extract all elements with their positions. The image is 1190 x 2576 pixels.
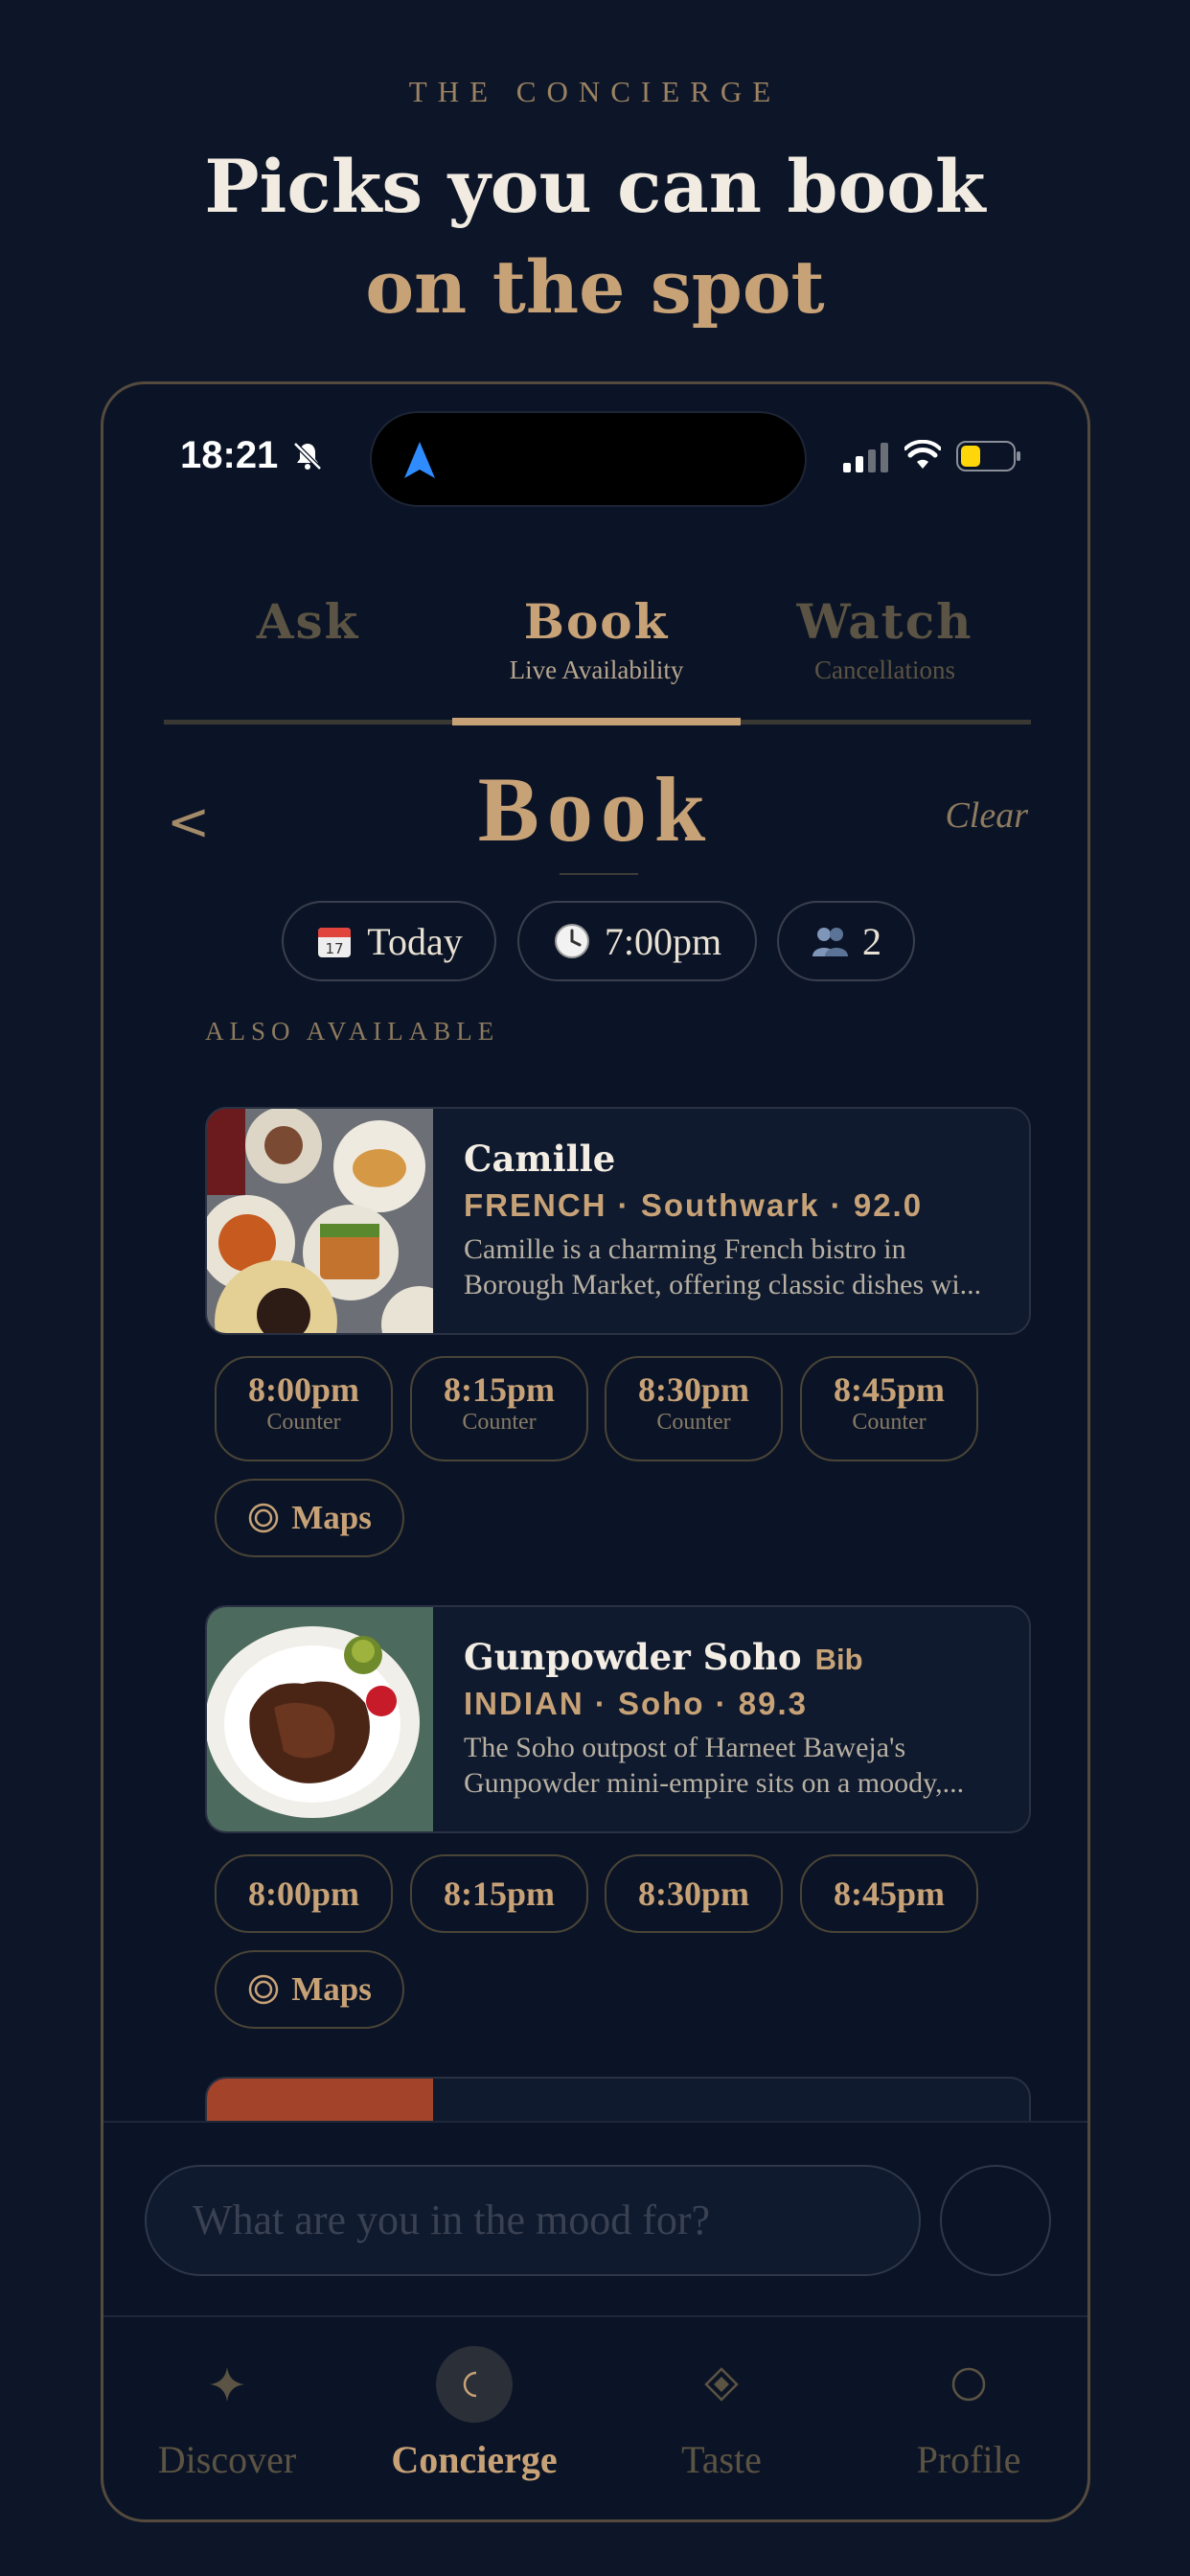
- page-title: Book: [477, 758, 714, 861]
- tabbar-item-profile[interactable]: Profile: [845, 2317, 1087, 2519]
- party-size-pill[interactable]: 2: [777, 901, 915, 981]
- slot-area: Counter: [266, 1410, 341, 1435]
- restaurant-card-gunpowder-soho[interactable]: Gunpowder Soho Bib INDIAN · Soho · 89.3 T…: [205, 1605, 1031, 1833]
- diamond-icon: [683, 2346, 760, 2423]
- description-line: The Soho outpost of Harneet Baweja's: [464, 1732, 906, 1763]
- section-label: ALSO AVAILABLE: [205, 1017, 500, 1046]
- tab-book-subtitle: Live Availability: [509, 656, 684, 684]
- tabbar-label: Taste: [681, 2438, 762, 2481]
- tabbar-label: Concierge: [391, 2438, 558, 2481]
- description-line: Gunpowder mini-empire sits on a moody,..…: [464, 1767, 965, 1799]
- slot-time: 8:15pm: [444, 1370, 555, 1409]
- send-button[interactable]: [940, 2165, 1051, 2276]
- time-slot-button[interactable]: 8:30pm: [605, 1854, 783, 1933]
- navigation-arrow-icon: [404, 442, 435, 478]
- battery-icon: [956, 441, 1020, 472]
- phone-frame: 18:21 Ask Book Live Availability Watch C…: [101, 381, 1090, 2522]
- description-line: Camille is a charming French bistro in: [464, 1233, 906, 1265]
- people-icon: [812, 928, 848, 956]
- time-filter-label: 7:00pm: [604, 919, 722, 963]
- party-size-label: 2: [862, 919, 881, 963]
- slot-time: 8:45pm: [834, 1874, 945, 1913]
- title-underline: [560, 873, 638, 875]
- tabbar-label: Profile: [916, 2438, 1021, 2481]
- mood-input[interactable]: What are you in the mood for?: [145, 2165, 921, 2276]
- restaurant-meta: FRENCH · Southwark · 92.0: [464, 1187, 924, 1223]
- status-time: 18:21: [180, 434, 279, 476]
- description-line: Borough Market, offering classic dishes …: [464, 1269, 982, 1300]
- restaurant-card-camille[interactable]: Camille FRENCH · Southwark · 92.0 Camill…: [205, 1107, 1031, 1335]
- slot-time: 8:00pm: [248, 1874, 359, 1913]
- date-filter-pill[interactable]: 17 Today: [282, 901, 496, 981]
- bottom-tab-bar: Discover Concierge Taste Profile: [103, 2315, 1087, 2519]
- time-slot-button[interactable]: 8:00pm Counter: [215, 1356, 393, 1461]
- target-icon: [248, 1974, 279, 2005]
- status-bar: 18:21: [103, 384, 1087, 507]
- bell-slash-icon: [293, 442, 322, 471]
- time-slot-button[interactable]: 8:45pm Counter: [800, 1356, 978, 1461]
- hero-title-line1: Picks you can book: [204, 144, 986, 229]
- target-icon: [248, 1503, 279, 1533]
- maps-button[interactable]: Maps: [215, 1479, 404, 1557]
- restaurant-name: Camille: [464, 1138, 616, 1180]
- active-tab-indicator: [452, 718, 741, 725]
- tab-ask-title: Ask: [256, 593, 360, 650]
- restaurant-description: Camille is a charming French bistro in B…: [464, 1231, 1010, 1302]
- restaurant-name-row: Gunpowder Soho Bib: [464, 1636, 863, 1678]
- slot-area: Counter: [462, 1410, 537, 1435]
- dynamic-island: [370, 411, 807, 507]
- bib-gourmand-badge: Bib: [814, 1643, 863, 1676]
- tabbar-label: Discover: [157, 2438, 297, 2481]
- tab-ask[interactable]: Ask: [164, 586, 452, 729]
- time-slot-button[interactable]: 8:45pm: [800, 1854, 978, 1933]
- maps-label: Maps: [291, 1499, 372, 1536]
- composer-bar: What are you in the mood for?: [103, 2121, 1087, 2314]
- slot-time: 8:30pm: [638, 1370, 749, 1409]
- restaurant-photo: [207, 1109, 433, 1333]
- tab-watch[interactable]: Watch Cancellations: [741, 586, 1029, 729]
- tab-book[interactable]: Book Live Availability: [452, 586, 741, 729]
- slot-time: 8:30pm: [638, 1874, 749, 1913]
- tab-book-title: Book: [523, 593, 670, 650]
- time-slot-button[interactable]: 8:15pm: [410, 1854, 588, 1933]
- tabbar-item-taste[interactable]: Taste: [598, 2317, 845, 2519]
- tab-watch-title: Watch: [796, 593, 973, 650]
- hero-title-line2: on the spot: [365, 244, 825, 330]
- time-slot-button[interactable]: 8:15pm Counter: [410, 1356, 588, 1461]
- restaurant-photo: [207, 1607, 433, 1831]
- restaurant-name: Gunpowder Soho: [464, 1636, 802, 1678]
- sparkle-icon: [189, 2346, 265, 2423]
- slot-time: 8:15pm: [444, 1874, 555, 1913]
- restaurant-description: The Soho outpost of Harneet Baweja's Gun…: [464, 1730, 1010, 1801]
- cellular-signal-icon: [843, 443, 888, 472]
- tabbar-item-concierge[interactable]: Concierge: [351, 2317, 598, 2519]
- crescent-icon: [436, 2346, 513, 2423]
- restaurant-meta: INDIAN · Soho · 89.3: [464, 1686, 809, 1721]
- slot-time: 8:45pm: [834, 1370, 945, 1409]
- time-filter-pill[interactable]: 7:00pm: [517, 901, 757, 981]
- calendar-icon: 17: [318, 928, 352, 957]
- maps-label: Maps: [291, 1970, 372, 2008]
- date-filter-label: Today: [367, 919, 463, 963]
- wifi-icon: [904, 440, 941, 469]
- mode-tabs: Ask Book Live Availability Watch Cancell…: [164, 586, 1031, 729]
- maps-button[interactable]: Maps: [215, 1950, 404, 2029]
- slot-time: 8:00pm: [248, 1370, 359, 1409]
- time-slot-button[interactable]: 8:00pm: [215, 1854, 393, 1933]
- svg-text:17: 17: [326, 940, 344, 957]
- tab-watch-subtitle: Cancellations: [814, 656, 955, 684]
- time-slot-button[interactable]: 8:30pm Counter: [605, 1356, 783, 1461]
- slot-area: Counter: [656, 1410, 731, 1435]
- profile-circle-icon: [930, 2346, 1007, 2423]
- clock-icon: [554, 924, 589, 958]
- clear-button[interactable]: Clear: [945, 794, 1028, 837]
- slot-area: Counter: [852, 1410, 927, 1435]
- eyebrow-text: THE CONCIERGE: [408, 75, 782, 108]
- tabbar-item-discover[interactable]: Discover: [103, 2317, 351, 2519]
